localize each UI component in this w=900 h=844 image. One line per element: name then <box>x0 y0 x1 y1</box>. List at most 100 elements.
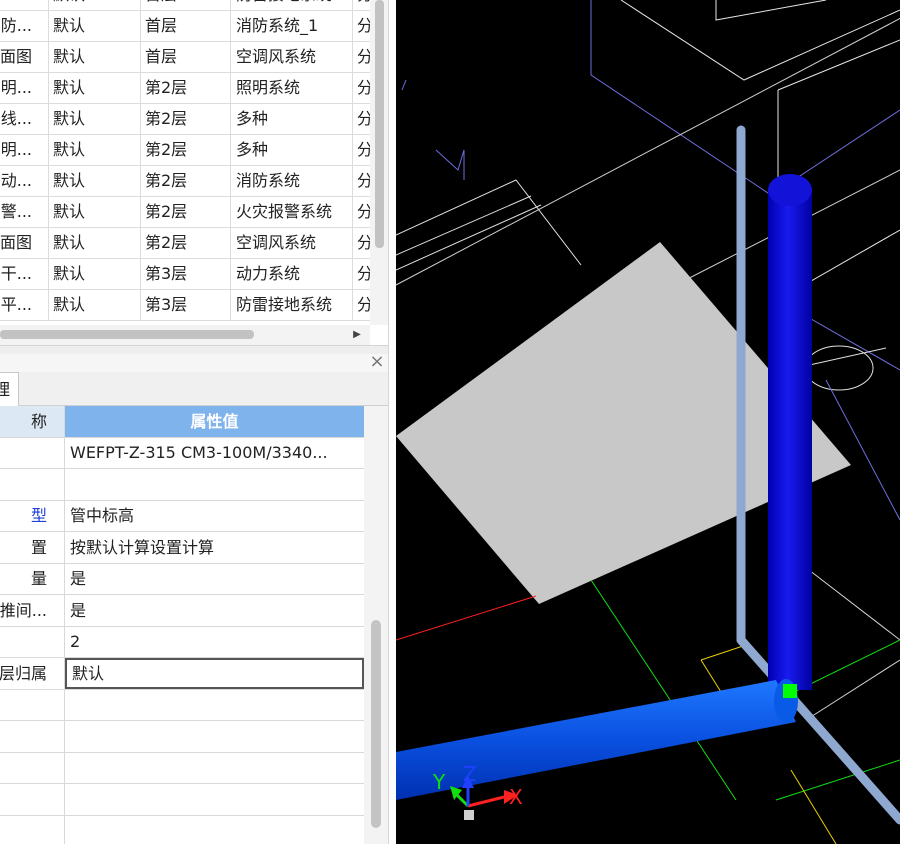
system-cell[interactable]: 防雷接地系统 <box>231 0 353 10</box>
floor-cell[interactable]: 第2层 <box>141 196 231 227</box>
table-row[interactable]: 明... 默认 第2层 多种分 <box>0 134 370 166</box>
floor-cell[interactable]: 第3层 <box>141 289 231 320</box>
close-icon[interactable]: × <box>368 353 386 371</box>
floor-group-cell[interactable]: 默认 <box>49 0 141 10</box>
table-horizontal-scroll-thumb[interactable] <box>0 330 254 339</box>
property-value-cell[interactable] <box>65 469 364 500</box>
table-row[interactable]: 干... 默认 第3层 动力系统分 <box>0 258 370 290</box>
drawing-name-cell[interactable]: 明... <box>0 134 49 165</box>
property-row[interactable]: 层归属 默认 <box>0 657 364 690</box>
property-row[interactable] <box>0 752 364 784</box>
property-row[interactable]: 推间... 是 <box>0 594 364 627</box>
floor-group-cell[interactable]: 默认 <box>49 72 141 103</box>
property-value-cell[interactable] <box>65 689 364 720</box>
property-value-cell[interactable]: WEFPT-Z-315 CM3-100M/3340... <box>65 437 364 468</box>
property-vertical-scroll-thumb[interactable] <box>371 620 381 828</box>
extra-cell[interactable]: 分 <box>353 134 370 165</box>
property-value-cell[interactable] <box>65 815 364 844</box>
floor-group-cell[interactable]: 默认 <box>49 103 141 134</box>
scroll-right-arrow-icon[interactable]: ▶ <box>350 327 364 343</box>
extra-cell[interactable]: 分 <box>353 103 370 134</box>
floor-cell[interactable]: 首层 <box>141 0 231 10</box>
property-row[interactable] <box>0 815 364 844</box>
table-row[interactable]: 防... 默认 首层 消防系统_1 分 <box>0 10 370 42</box>
extra-cell[interactable]: 分 <box>353 41 370 72</box>
extra-cell[interactable]: 分 <box>353 72 370 103</box>
property-value-cell[interactable]: 是 <box>65 563 364 594</box>
property-value-cell[interactable]: 2 <box>65 626 364 657</box>
floor-group-cell[interactable]: 默认 <box>49 10 141 41</box>
drawing-name-cell[interactable]: 动... <box>0 165 49 196</box>
3d-viewport[interactable]: Y Z X <box>396 0 900 844</box>
selection-grip[interactable] <box>783 684 797 698</box>
property-value-cell[interactable]: 管中标高 <box>65 500 364 531</box>
property-value-editor[interactable]: 默认 <box>65 657 364 689</box>
property-row[interactable]: 量是 <box>0 563 364 595</box>
property-row[interactable]: 2 <box>0 626 364 658</box>
floor-group-cell[interactable]: 默认 <box>49 134 141 165</box>
property-row[interactable] <box>0 720 364 753</box>
extra-cell[interactable]: 分 <box>353 258 370 289</box>
property-row[interactable] <box>0 783 364 816</box>
property-value-cell[interactable]: 按默认计算设置计算 <box>65 532 364 563</box>
drawing-name-cell[interactable]: 明... <box>0 72 49 103</box>
property-row[interactable] <box>0 468 364 501</box>
drawing-name-cell[interactable]: 防... <box>0 10 49 41</box>
floor-cell[interactable]: 第2层 <box>141 103 231 134</box>
system-cell[interactable]: 照明系统 <box>231 72 353 103</box>
property-value-cell[interactable] <box>65 784 364 815</box>
property-row[interactable]: 型管中标高 <box>0 500 364 532</box>
floor-cell[interactable]: 第3层 <box>141 258 231 289</box>
property-value-cell[interactable] <box>65 752 364 783</box>
system-cell[interactable]: 空调风系统 <box>231 227 353 258</box>
table-row[interactable]: 明... 默认 第2层 照明系统分 <box>0 72 370 104</box>
table-row[interactable]: 动... 默认 第2层 消防系统分 <box>0 165 370 197</box>
system-cell[interactable]: 动力系统 <box>231 258 353 289</box>
table-row[interactable]: 警... 默认 第2层 火灾报警系统分 <box>0 196 370 228</box>
property-row[interactable] <box>0 689 364 721</box>
floor-group-cell[interactable]: 默认 <box>49 165 141 196</box>
floor-cell[interactable]: 第2层 <box>141 227 231 258</box>
system-cell[interactable]: 防雷接地系统 <box>231 289 353 320</box>
floor-group-cell[interactable]: 默认 <box>49 41 141 72</box>
property-value-cell[interactable]: 是 <box>65 595 364 626</box>
system-cell[interactable]: 消防系统_1 <box>231 10 353 41</box>
extra-cell[interactable]: 分 <box>353 196 370 227</box>
system-cell[interactable]: 多种 <box>231 134 353 165</box>
drawing-name-cell[interactable]: 平... <box>0 289 49 320</box>
drawing-name-cell[interactable] <box>0 0 49 10</box>
floor-group-cell[interactable]: 默认 <box>49 289 141 320</box>
property-row[interactable]: 置按默认计算设置计算 <box>0 531 364 564</box>
table-vertical-scroll-thumb[interactable] <box>375 0 384 248</box>
property-row[interactable]: WEFPT-Z-315 CM3-100M/3340... <box>0 437 364 469</box>
floor-group-cell[interactable]: 默认 <box>49 196 141 227</box>
floor-cell[interactable]: 首层 <box>141 10 231 41</box>
drawing-name-cell[interactable]: 警... <box>0 196 49 227</box>
extra-cell[interactable]: 分 <box>353 289 370 320</box>
floor-cell[interactable]: 首层 <box>141 41 231 72</box>
floor-cell[interactable]: 第2层 <box>141 134 231 165</box>
system-cell[interactable]: 火灾报警系统 <box>231 196 353 227</box>
property-value-cell[interactable] <box>65 721 364 752</box>
extra-cell[interactable]: 分 <box>353 227 370 258</box>
extra-cell[interactable]: 分 <box>353 0 370 10</box>
drawing-name-cell[interactable]: 面图 <box>0 41 49 72</box>
system-cell[interactable]: 空调风系统 <box>231 41 353 72</box>
floor-cell[interactable]: 第2层 <box>141 165 231 196</box>
floor-cell[interactable]: 第2层 <box>141 72 231 103</box>
floor-group-cell[interactable]: 默认 <box>49 227 141 258</box>
tab-property[interactable]: 理 <box>0 372 19 407</box>
table-row[interactable]: 平... 默认 第3层 防雷接地系统分 <box>0 289 370 321</box>
extra-cell[interactable]: 分 <box>353 165 370 196</box>
drawing-name-cell[interactable]: 干... <box>0 258 49 289</box>
floor-group-cell[interactable]: 默认 <box>49 258 141 289</box>
drawing-name-cell[interactable]: 面图 <box>0 227 49 258</box>
system-cell[interactable]: 消防系统 <box>231 165 353 196</box>
table-row[interactable]: 面图 默认 第2层 空调风系统分 <box>0 227 370 259</box>
table-row[interactable]: 面图 默认 首层 空调风系统分 <box>0 41 370 73</box>
riser-pipe-blue[interactable] <box>768 174 812 690</box>
extra-cell[interactable]: 分 <box>353 10 370 41</box>
drawing-name-cell[interactable]: 线... <box>0 103 49 134</box>
table-row[interactable]: 线... 默认 第2层 多种分 <box>0 103 370 135</box>
horizontal-pipe[interactable] <box>396 679 798 800</box>
